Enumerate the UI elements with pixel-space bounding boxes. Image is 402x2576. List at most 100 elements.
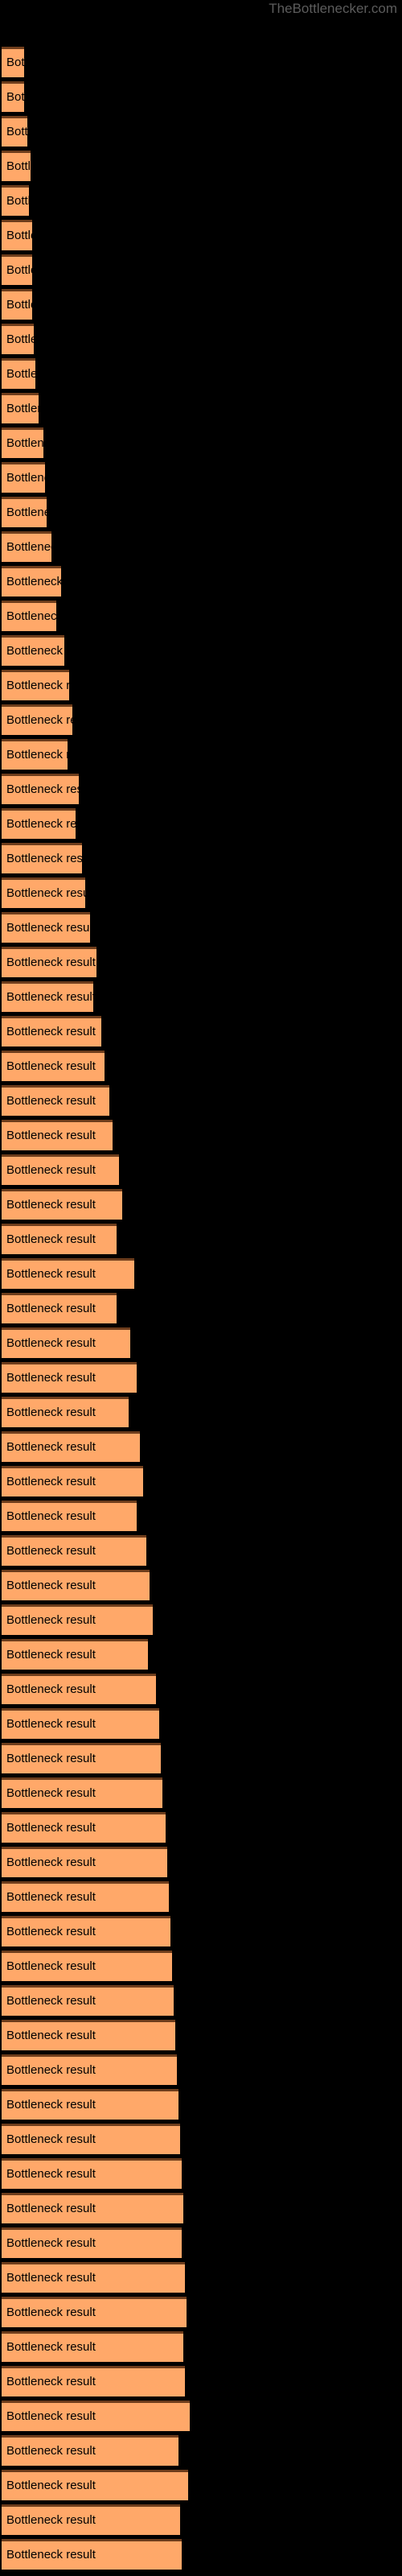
bar-label-clip: Bottleneck result	[2, 704, 72, 735]
bar-label-clip: Bottleneck result	[2, 1951, 172, 1981]
bar-label-clip: Bottleneck result	[2, 185, 29, 216]
bar-label-clip: Bottleneck result	[2, 1916, 170, 1946]
bar-label: Bottleneck result	[6, 90, 24, 104]
bar-label-clip: Bottleneck result	[2, 1293, 117, 1323]
bar-label-clip: Bottleneck result	[2, 1051, 105, 1081]
bar-label: Bottleneck result	[6, 471, 45, 485]
bar-label-clip: Bottleneck result	[2, 912, 90, 943]
bar-label-clip: Bottleneck result	[2, 601, 56, 631]
bar-label: Bottleneck result	[6, 990, 93, 1004]
bar-label-clip: Bottleneck result	[2, 1154, 119, 1185]
bar-label-clip: Bottleneck result	[2, 2124, 180, 2154]
bar-label: Bottleneck result	[6, 2236, 96, 2250]
bar-label: Bottleneck result	[6, 506, 47, 519]
bar-label: Bottleneck result	[6, 332, 34, 346]
bar-label: Bottleneck result	[6, 1682, 96, 1696]
bar-label-clip: Bottleneck result	[2, 324, 34, 354]
bar-label: Bottleneck result	[6, 1717, 96, 1731]
bar-label: Bottleneck result	[6, 1856, 96, 1869]
bar-label-clip: Bottleneck result	[2, 2020, 175, 2050]
bar-label-clip: Bottleneck result	[2, 2054, 177, 2085]
bar-label-clip: Bottleneck result	[2, 2193, 183, 2223]
bar-label-clip: Bottleneck result	[2, 1535, 146, 1566]
bar-label-clip: Bottleneck result	[2, 670, 69, 700]
bar-label-clip: Bottleneck result	[2, 1120, 113, 1150]
bar-label: Bottleneck result	[6, 1198, 96, 1212]
bar-label-clip: Bottleneck result	[2, 2262, 185, 2293]
bar-label: Bottleneck result	[6, 2548, 96, 2562]
bar-label: Bottleneck result	[6, 1094, 96, 1108]
bar-label: Bottleneck result	[6, 2409, 96, 2423]
bar-label: Bottleneck result	[6, 2306, 96, 2319]
bar-label-clip: Bottleneck result	[2, 1985, 174, 2016]
bar-label-clip: Bottleneck result	[2, 1674, 156, 1704]
bar-label-clip: Bottleneck result	[2, 358, 35, 389]
bar-label: Bottleneck result	[6, 1406, 96, 1419]
bar-label-clip: Bottleneck result	[2, 1501, 137, 1531]
bar-label-clip: Bottleneck result	[2, 2158, 182, 2189]
bar-label-clip: Bottleneck result	[2, 1327, 130, 1358]
bar-label-clip: Bottleneck result	[2, 2401, 190, 2431]
bar-label-clip: Bottleneck result	[2, 1708, 159, 1739]
bar-label-clip: Bottleneck result	[2, 1362, 137, 1393]
bar-label: Bottleneck result	[6, 1821, 96, 1835]
bar-label-clip: Bottleneck result	[2, 1085, 109, 1116]
bar-label-clip: Bottleneck result	[2, 116, 27, 147]
bar-label: Bottleneck result	[6, 1267, 96, 1281]
bar-label: Bottleneck result	[6, 886, 85, 900]
bar-label: Bottleneck result	[6, 2375, 96, 2388]
bar-label-clip: Bottleneck result	[2, 81, 24, 112]
bar-label-clip: Bottleneck result	[2, 2297, 187, 2327]
bar-label-clip: Bottleneck result	[2, 1016, 101, 1046]
bar-label: Bottleneck result	[6, 817, 76, 831]
bar-label: Bottleneck result	[6, 1336, 96, 1350]
bar-label-clip: Bottleneck result	[2, 843, 82, 873]
bar-label-clip: Bottleneck result	[2, 1743, 161, 1773]
bar-label: Bottleneck result	[6, 2271, 96, 2285]
bar-label-clip: Bottleneck result	[2, 2089, 178, 2120]
bar-label: Bottleneck result	[6, 1959, 96, 1973]
bar-label: Bottleneck result	[6, 921, 90, 935]
bottleneck-bar-chart: Bottleneck result Bottleneck result Bottle…	[0, 0, 402, 2576]
bar-label-clip: Bottleneck result	[2, 462, 45, 493]
bar-label: Bottleneck result	[6, 1475, 96, 1488]
bar-label: Bottleneck result	[6, 2167, 96, 2181]
bar-label-clip: Bottleneck result	[2, 2331, 183, 2362]
bar-label-clip: Bottleneck result	[2, 2504, 180, 2535]
bar-label: Bottleneck result	[6, 1371, 96, 1385]
bar-label: Bottleneck result	[6, 436, 43, 450]
bar-label: Bottleneck result	[6, 194, 29, 208]
bar-label-clip: Bottleneck result	[2, 254, 32, 285]
bar-label-clip: Bottleneck result	[2, 1570, 150, 1600]
bar-label-clip: Bottleneck result	[2, 1189, 122, 1220]
bar-label-clip: Bottleneck result	[2, 739, 68, 770]
bar-label: Bottleneck result	[6, 229, 32, 242]
bar-label: Bottleneck result	[6, 2340, 96, 2354]
bar-label: Bottleneck result	[6, 2444, 96, 2458]
bar-label: Bottleneck result	[6, 1302, 96, 1315]
bar-label: Bottleneck result	[6, 609, 56, 623]
bar-label: Bottleneck result	[6, 56, 24, 69]
bar-label-clip: Bottleneck result	[2, 566, 61, 597]
bar-label-clip: Bottleneck result	[2, 2470, 188, 2500]
bar-label-clip: Bottleneck result	[2, 497, 47, 527]
bar-label-clip: Bottleneck result	[2, 1258, 134, 1289]
bar-label: Bottleneck result	[6, 575, 61, 588]
bar-label-clip: Bottleneck result	[2, 220, 32, 250]
bar-label-clip: Bottleneck result	[2, 1777, 162, 1808]
bar-label: Bottleneck result	[6, 1025, 96, 1038]
bar-label-clip: Bottleneck result	[2, 427, 43, 458]
bar-label: Bottleneck result	[6, 1925, 96, 1938]
bar-label: Bottleneck result	[6, 1648, 96, 1662]
bar-label-clip: Bottleneck result	[2, 1847, 167, 1877]
bar-label: Bottleneck result	[6, 298, 32, 312]
bar-label-clip: Bottleneck result	[2, 531, 51, 562]
bar-label-clip: Bottleneck result	[2, 2366, 185, 2396]
bar-label-clip: Bottleneck result	[2, 635, 64, 666]
bar-label-clip: Bottleneck result	[2, 877, 85, 908]
bar-label-clip: Bottleneck result	[2, 1224, 117, 1254]
bar-label-clip: Bottleneck result	[2, 1397, 129, 1427]
bar-label: Bottleneck result	[6, 2029, 96, 2042]
bar-label: Bottleneck result	[6, 1440, 96, 1454]
bar-label-clip: Bottleneck result	[2, 1431, 140, 1462]
